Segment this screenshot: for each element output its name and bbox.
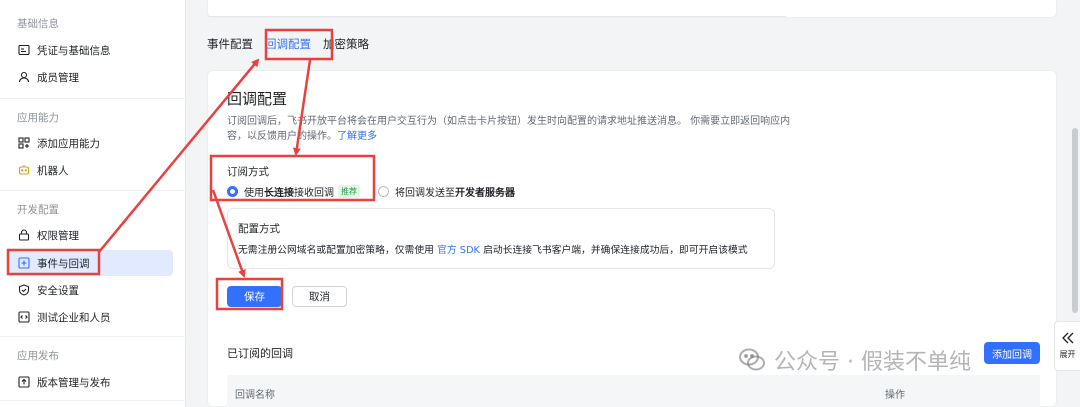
sidebar-item-members[interactable]: 成员管理 <box>8 64 173 90</box>
grid-add-icon <box>18 137 30 149</box>
sidebar-item-security[interactable]: 安全设置 <box>8 277 173 303</box>
sidebar-group-title: 开发配置 <box>17 204 59 216</box>
radio-developer-server[interactable] <box>378 186 389 197</box>
tab-event-config[interactable]: 事件配置 <box>207 34 259 56</box>
wechat-icon <box>738 346 766 374</box>
subscribe-method-label: 订阅方式 <box>227 166 269 178</box>
option-text: 将回调发送至 <box>395 188 455 199</box>
sidebar-item-test-enterprise[interactable]: 测试企业和人员 <box>8 304 173 330</box>
sidebar-item-label: 事件与回调 <box>37 257 90 270</box>
column-header-name: 回调名称 <box>235 390 275 401</box>
double-chevron-left-icon <box>1061 332 1075 346</box>
sidebar-item-label: 测试企业和人员 <box>37 311 111 324</box>
config-method-title: 配置方式 <box>238 223 280 235</box>
add-callback-button[interactable]: 添加回调 <box>984 342 1040 364</box>
config-method-text: 无需注册公网域名或配置加密策略，仅需使用 官方 SDK 启动长连接飞书客户端，并… <box>238 242 748 256</box>
sidebar-divider <box>0 98 186 99</box>
page-title: 回调配置 <box>227 90 288 108</box>
sidebar-divider <box>0 336 186 337</box>
sidebar-item-label: 机器人 <box>37 164 69 177</box>
upload-icon <box>18 376 30 388</box>
sidebar-item-label: 添加应用能力 <box>37 137 100 150</box>
scrollbar[interactable] <box>1072 128 1078 313</box>
robot-icon <box>18 164 30 176</box>
callbacks-table-header: 回调名称 操作 <box>227 375 1040 407</box>
recommended-badge: 推荐 <box>338 185 360 198</box>
description: 订阅回调后，飞书开放平台将会在用户交互行为（如点击卡片按钮）发生时向配置的请求地… <box>227 114 797 144</box>
expand-label: 展开 <box>1059 350 1076 359</box>
config-method-box: 配置方式 无需注册公网域名或配置加密策略，仅需使用 官方 SDK 启动长连接飞书… <box>227 208 775 269</box>
config-text: 无需注册公网域名或配置加密策略，仅需使用 <box>238 245 438 256</box>
sidebar-item-label: 版本管理与发布 <box>37 376 111 389</box>
watermark: 公众号 · 假装不单纯 <box>738 344 971 376</box>
sidebar-item-events-callbacks[interactable]: 事件与回调 <box>8 250 173 276</box>
lock-icon <box>18 229 30 241</box>
option-text: 使用 <box>244 188 264 199</box>
shield-icon <box>18 284 30 296</box>
save-button[interactable]: 保存 <box>227 286 282 307</box>
user-icon <box>18 71 30 83</box>
sidebar-group-title: 基础信息 <box>17 18 59 30</box>
sidebar-item-label: 权限管理 <box>37 229 79 242</box>
code-icon <box>18 311 30 323</box>
sidebar-divider <box>0 400 186 401</box>
sidebar-item-robot[interactable]: 机器人 <box>8 157 173 183</box>
watermark-text: 公众号 · 假装不单纯 <box>774 350 971 375</box>
credential-icon <box>18 44 30 56</box>
sidebar-item-permissions[interactable]: 权限管理 <box>8 222 173 248</box>
description-line: 订阅回调后，飞书开放平台将会在用户交互行为（如点击卡片按钮）发生时向配置的请求地… <box>227 116 791 127</box>
sidebar-group-title: 应用发布 <box>17 350 59 362</box>
config-tabs: 事件配置 回调配置 加密策略 <box>207 34 381 56</box>
event-icon <box>18 257 30 269</box>
sidebar-item-credentials[interactable]: 凭证与基础信息 <box>8 37 173 63</box>
expand-panel-button[interactable]: 展开 <box>1054 321 1080 371</box>
subscribe-method-options: 使用 长连接 接收回调 推荐 将回调发送至 开发者服务器 <box>227 184 515 199</box>
config-text: 启动长连接飞书客户端，并确保连接成功后，即可开启该模式 <box>479 245 748 256</box>
option-text: 接收回调 <box>294 188 334 199</box>
sidebar-group-title: 应用能力 <box>17 112 59 124</box>
sidebar-item-label: 成员管理 <box>37 71 79 84</box>
sdk-link[interactable]: 官方 SDK <box>437 245 480 256</box>
learn-more-link[interactable]: 了解更多 <box>337 131 377 142</box>
tab-encryption[interactable]: 加密策略 <box>323 34 375 56</box>
subscribed-callbacks-title: 已订阅的回调 <box>227 347 293 360</box>
previous-card <box>207 0 1057 18</box>
option-bold: 开发者服务器 <box>455 188 515 199</box>
sidebar: 基础信息 凭证与基础信息 成员管理 应用能力 添加应用能力 机器人 开发配置 权… <box>0 0 186 407</box>
radio-long-connection[interactable] <box>227 186 238 197</box>
option-bold: 长连接 <box>264 188 294 199</box>
sidebar-item-label: 安全设置 <box>37 284 79 297</box>
cancel-button[interactable]: 取消 <box>292 286 347 307</box>
description-line: 容，以反馈用户的操作。 <box>227 131 337 142</box>
sidebar-item-label: 凭证与基础信息 <box>37 44 111 57</box>
tab-callback-config[interactable]: 回调配置 <box>265 34 317 56</box>
sidebar-item-version-release[interactable]: 版本管理与发布 <box>8 369 173 395</box>
sidebar-divider <box>0 190 186 191</box>
sidebar-item-add-capability[interactable]: 添加应用能力 <box>8 130 173 156</box>
column-header-action: 操作 <box>885 390 905 401</box>
